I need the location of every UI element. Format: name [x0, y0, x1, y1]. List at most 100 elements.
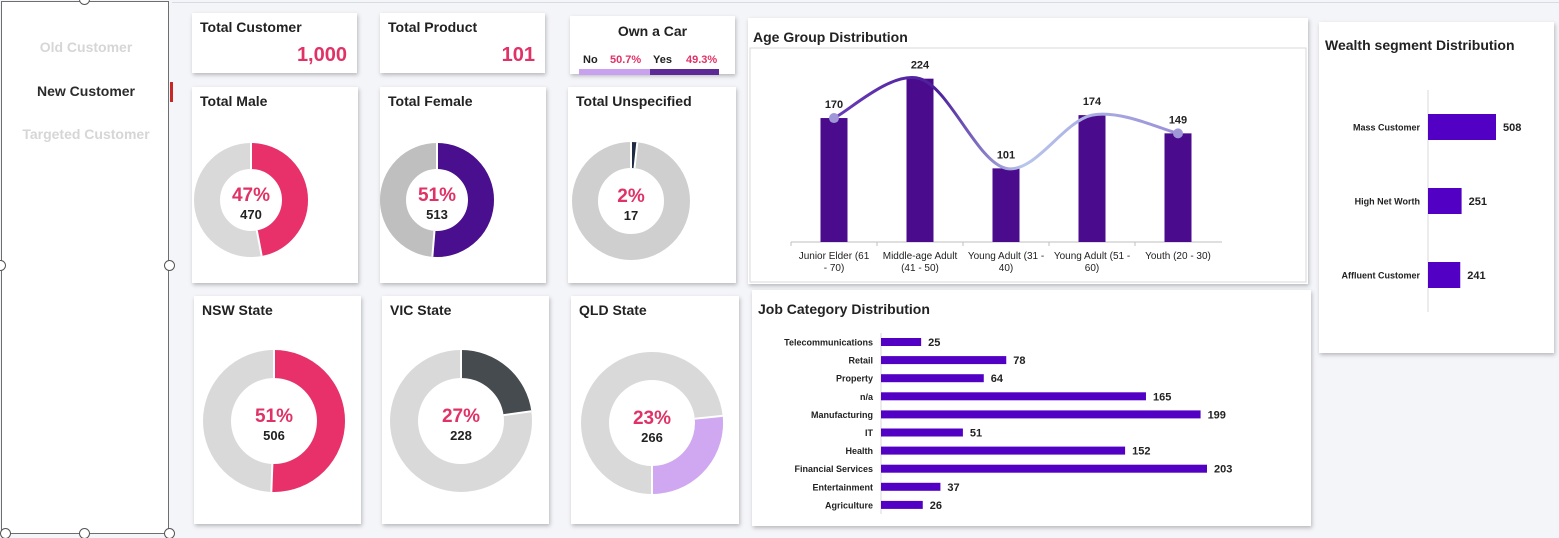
car-no-label: No: [583, 54, 598, 66]
bar: [881, 410, 1201, 419]
slicer-item-targeted-customer[interactable]: Targeted Customer: [2, 126, 170, 142]
bar-category-label: Affluent Customer: [1342, 271, 1421, 281]
nsw-state-card: NSW State 51% 506: [194, 296, 361, 524]
age-category-label: (41 - 50): [901, 263, 939, 274]
bar-category-label: Property: [836, 374, 873, 384]
car-yes-bar: [649, 69, 719, 75]
resize-handle-right[interactable]: [164, 260, 175, 271]
slicer-item-new-customer[interactable]: New Customer: [2, 83, 170, 99]
bar-value-label: 37: [947, 482, 959, 494]
vic-state-card: VIC State 27% 228: [382, 296, 549, 524]
bar-category-label: Telecommunications: [784, 338, 873, 348]
bar-value-label: 165: [1153, 391, 1171, 403]
car-no-pct: 50.7%: [610, 54, 642, 66]
total-product-value: 101: [501, 44, 535, 66]
card-title: Total Product: [388, 19, 478, 35]
age-group-card: Age Group Distribution 170 Junior Elder (…: [748, 18, 1308, 284]
card-title: Total Unspecified: [576, 93, 692, 109]
vic-donut-chart: 27% 228: [390, 350, 532, 492]
bar: [1428, 262, 1461, 288]
card-title: NSW State: [202, 302, 273, 318]
bar-category-label: Retail: [848, 356, 873, 366]
age-trend-point: [1173, 128, 1183, 139]
bar-category-label: Financial Services: [794, 464, 873, 474]
total-customer-card: Total Customer 1,000: [192, 13, 357, 73]
bar: [881, 356, 1007, 365]
total-product-card: Total Product 101: [380, 13, 545, 73]
customer-type-slicer[interactable]: Old Customer New Customer Targeted Custo…: [1, 1, 173, 534]
qld-state-card: QLD State 23% 266: [571, 296, 739, 524]
donut-count: 513: [426, 207, 448, 222]
bar-category-label: Manufacturing: [811, 410, 873, 420]
bar: [881, 500, 923, 509]
age-category-label: - 70): [824, 263, 845, 274]
bar-value-label: 152: [1132, 446, 1150, 458]
bar-value-label: 25: [928, 337, 940, 349]
donut-count: 506: [263, 428, 285, 443]
bar-value-label: 78: [1013, 355, 1025, 367]
age-trend-point: [829, 113, 839, 124]
bar-value-label: 64: [991, 373, 1004, 385]
card-title: Total Customer: [200, 19, 302, 35]
wealth-segment-card: Wealth segment Distribution Mass Custome…: [1319, 22, 1554, 353]
bar-category-label: IT: [865, 428, 874, 438]
card-title: QLD State: [579, 302, 647, 318]
donut-percentage: 51%: [254, 406, 294, 427]
card-title: Total Male: [200, 93, 268, 109]
age-bar-label: 224: [911, 60, 930, 72]
age-bar-label: 101: [997, 149, 1015, 161]
car-yes-pct: 49.3%: [686, 54, 718, 66]
bar-category-label: n/a: [860, 392, 874, 402]
age-category-label: Youth (20 - 30): [1145, 251, 1211, 262]
bar-value-label: 51: [970, 428, 982, 440]
bar: [881, 392, 1146, 401]
age-category-label: Young Adult (51 -: [1054, 251, 1130, 262]
donut-percentage: 51%: [417, 185, 457, 206]
car-no-bar: [579, 69, 650, 75]
bar-category-label: Entertainment: [812, 482, 873, 492]
donut-count: 266: [641, 430, 663, 445]
age-bar-label: 170: [825, 99, 843, 111]
own-a-car-card: Own a Car No 50.7% Yes 49.3%: [570, 16, 735, 75]
female-donut-chart: 51% 513: [380, 143, 494, 257]
age-category-label: Middle-age Adult: [883, 251, 958, 262]
bar: [881, 482, 941, 491]
donut-separator: [270, 463, 274, 492]
donut-percentage: 27%: [441, 406, 481, 427]
donut-count: 17: [623, 208, 639, 223]
donut-count: 470: [240, 207, 262, 222]
bar-value-label: 241: [1467, 270, 1485, 282]
donut-percentage: 2%: [617, 186, 645, 207]
bar-category-label: Agriculture: [825, 500, 873, 510]
resize-handle-bottom[interactable]: [79, 528, 90, 538]
slicer-item-old-customer[interactable]: Old Customer: [2, 39, 170, 55]
card-title: VIC State: [390, 302, 452, 318]
selection-marker: [170, 82, 173, 102]
age-group-chart: 170 Junior Elder (61- 70) 224 Middle-age Ad…: [749, 47, 1307, 283]
bar-category-label: High Net Worth: [1355, 197, 1420, 207]
unspecified-donut-chart: 2% 17: [572, 142, 690, 260]
bar-value-label: 251: [1469, 196, 1487, 208]
bar-value-label: 199: [1208, 409, 1226, 421]
male-donut-chart: 47% 470: [194, 143, 308, 257]
resize-handle-bottom-left[interactable]: [0, 528, 11, 538]
bar-category-label: Health: [845, 446, 873, 456]
total-customer-value: 1,000: [296, 44, 347, 66]
total-female-card: Total Female 51% 513: [380, 87, 546, 283]
bar: [1428, 188, 1462, 214]
bar: [881, 464, 1207, 473]
job-category-card: Job Category Distribution Telecommunicat…: [752, 290, 1311, 526]
age-bar-label: 174: [1083, 96, 1102, 108]
donut-percentage: 47%: [231, 185, 271, 206]
age-category-label: Young Adult (31 -: [968, 251, 1044, 262]
age-bar: [1078, 115, 1106, 242]
bar-value-label: 508: [1503, 122, 1521, 134]
age-bar: [1164, 133, 1192, 242]
bar: [1428, 114, 1496, 140]
top-border: [172, 2, 1559, 3]
card-title: Total Female: [388, 93, 473, 109]
age-category-label: 60): [1085, 263, 1099, 274]
car-yes-label: Yes: [653, 54, 672, 66]
resize-handle-bottom-right[interactable]: [164, 528, 175, 538]
age-bar: [906, 78, 934, 242]
